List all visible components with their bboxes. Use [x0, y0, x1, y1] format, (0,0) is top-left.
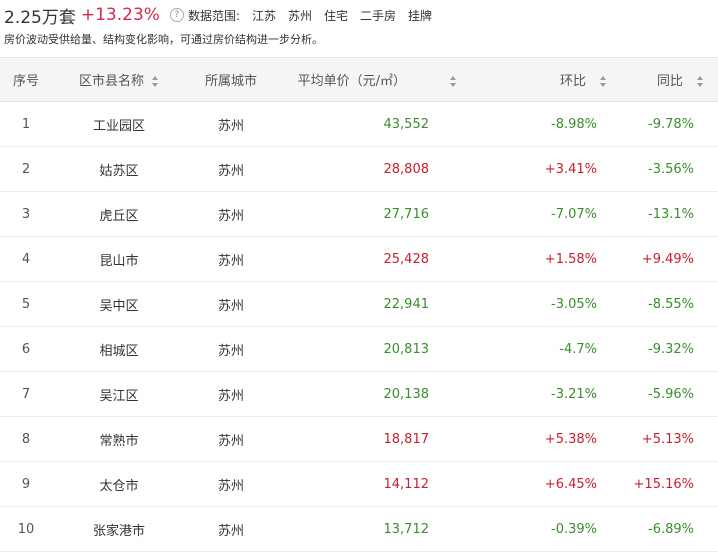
column-header-city: 所属城市 [186, 57, 276, 102]
range-tag-market[interactable]: 二手房 [360, 7, 396, 24]
avg-price-cell: 28,808 [276, 146, 509, 192]
total-listings: 2.25万套 [4, 7, 76, 28]
price-note: 房价波动受供给量、结构变化影响，可通过房价结构进一步分析。 [4, 33, 323, 46]
district-name-cell: 昆山市 [52, 236, 186, 282]
table-row[interactable]: 10 张家港市 苏州 13,712 -0.39% -6.89% [0, 506, 718, 552]
yoy-change-cell: +15.16% [621, 461, 718, 507]
sort-icon[interactable] [152, 76, 159, 87]
city-cell: 苏州 [186, 191, 276, 237]
summary-bar: 2.25万套 +13.23% ? 数据范围: 江苏 苏州 住宅 二手房 挂牌 [0, 0, 718, 30]
district-name-cell: 虎丘区 [52, 191, 186, 237]
yoy-change-cell: -13.1% [621, 191, 718, 237]
column-header-yoy[interactable]: 同比 [621, 57, 718, 102]
data-range-label: 数据范围: [187, 8, 240, 23]
rank-cell: 2 [0, 146, 52, 192]
range-tag-city[interactable]: 苏州 [288, 7, 312, 24]
table-row[interactable]: 2 姑苏区 苏州 28,808 +3.41% -3.56% [0, 146, 718, 192]
city-cell: 苏州 [186, 506, 276, 552]
mom-change-cell: -4.7% [509, 326, 621, 372]
district-name-cell: 常熟市 [52, 416, 186, 462]
city-cell: 苏州 [186, 101, 276, 147]
mom-change-cell: +1.58% [509, 236, 621, 282]
total-change: +13.23% [80, 5, 160, 25]
table-row[interactable]: 3 虎丘区 苏州 27,716 -7.07% -13.1% [0, 191, 718, 237]
table-row[interactable]: 8 常熟市 苏州 18,817 +5.38% +5.13% [0, 416, 718, 462]
rank-cell: 9 [0, 461, 52, 507]
city-cell: 苏州 [186, 326, 276, 372]
rank-cell: 7 [0, 371, 52, 417]
yoy-change-cell: -3.56% [621, 146, 718, 192]
city-cell: 苏州 [186, 461, 276, 507]
district-name-cell: 张家港市 [52, 506, 186, 552]
mom-change-cell: +5.38% [509, 416, 621, 462]
range-tag-listing[interactable]: 挂牌 [408, 7, 432, 24]
rank-cell: 8 [0, 416, 52, 462]
rank-cell: 3 [0, 191, 52, 237]
table-header-row: 序号 区市县名称 所属城市 平均单价（元/㎡） 环比 同比 [0, 57, 718, 102]
yoy-change-cell: +9.49% [621, 236, 718, 282]
avg-price-cell: 13,712 [276, 506, 509, 552]
avg-price-cell: 22,941 [276, 281, 509, 327]
table-row[interactable]: 7 吴江区 苏州 20,138 -3.21% -5.96% [0, 371, 718, 417]
sort-icon[interactable] [600, 76, 607, 87]
range-tag-province[interactable]: 江苏 [252, 7, 276, 24]
district-name-cell: 相城区 [52, 326, 186, 372]
district-name-cell: 吴江区 [52, 371, 186, 417]
yoy-change-cell: -9.78% [621, 101, 718, 147]
yoy-change-cell: -8.55% [621, 281, 718, 327]
district-name-cell: 吴中区 [52, 281, 186, 327]
avg-price-cell: 20,138 [276, 371, 509, 417]
avg-price-cell: 43,552 [276, 101, 509, 147]
avg-price-cell: 25,428 [276, 236, 509, 282]
city-cell: 苏州 [186, 371, 276, 417]
district-name-cell: 姑苏区 [52, 146, 186, 192]
table-row[interactable]: 6 相城区 苏州 20,813 -4.7% -9.32% [0, 326, 718, 372]
mom-change-cell: -7.07% [509, 191, 621, 237]
rank-cell: 1 [0, 101, 52, 147]
district-name-cell: 工业园区 [52, 101, 186, 147]
sort-icon[interactable] [450, 76, 457, 87]
sort-icon[interactable] [697, 76, 704, 87]
yoy-change-cell: -6.89% [621, 506, 718, 552]
yoy-change-cell: -9.32% [621, 326, 718, 372]
rank-cell: 10 [0, 506, 52, 552]
city-cell: 苏州 [186, 416, 276, 462]
city-cell: 苏州 [186, 236, 276, 282]
table-row[interactable]: 5 吴中区 苏州 22,941 -3.05% -8.55% [0, 281, 718, 327]
yoy-change-cell: -5.96% [621, 371, 718, 417]
mom-change-cell: -0.39% [509, 506, 621, 552]
mom-change-cell: -3.05% [509, 281, 621, 327]
table-row[interactable]: 4 昆山市 苏州 25,428 +1.58% +9.49% [0, 236, 718, 282]
mom-change-cell: -8.98% [509, 101, 621, 147]
avg-price-cell: 27,716 [276, 191, 509, 237]
yoy-change-cell: +5.13% [621, 416, 718, 462]
column-header-district[interactable]: 区市县名称 [52, 57, 186, 102]
column-header-rank: 序号 [0, 57, 52, 102]
avg-price-cell: 14,112 [276, 461, 509, 507]
table-row[interactable]: 9 太仓市 苏州 14,112 +6.45% +15.16% [0, 461, 718, 507]
mom-change-cell: +6.45% [509, 461, 621, 507]
mom-change-cell: -3.21% [509, 371, 621, 417]
help-icon[interactable]: ? [169, 8, 184, 22]
range-tag-property-type[interactable]: 住宅 [324, 7, 348, 24]
table-row[interactable]: 1 工业园区 苏州 43,552 -8.98% -9.78% [0, 101, 718, 147]
rank-cell: 6 [0, 326, 52, 372]
column-header-mom[interactable]: 环比 [509, 57, 621, 102]
mom-change-cell: +3.41% [509, 146, 621, 192]
district-name-cell: 太仓市 [52, 461, 186, 507]
avg-price-cell: 18,817 [276, 416, 509, 462]
district-price-table: 序号 区市县名称 所属城市 平均单价（元/㎡） 环比 同比 1 工业园区 苏州 43,… [0, 57, 718, 552]
rank-cell: 5 [0, 281, 52, 327]
city-cell: 苏州 [186, 281, 276, 327]
rank-cell: 4 [0, 236, 52, 282]
column-header-avg-price[interactable]: 平均单价（元/㎡） [276, 57, 509, 102]
city-cell: 苏州 [186, 146, 276, 192]
avg-price-cell: 20,813 [276, 326, 509, 372]
